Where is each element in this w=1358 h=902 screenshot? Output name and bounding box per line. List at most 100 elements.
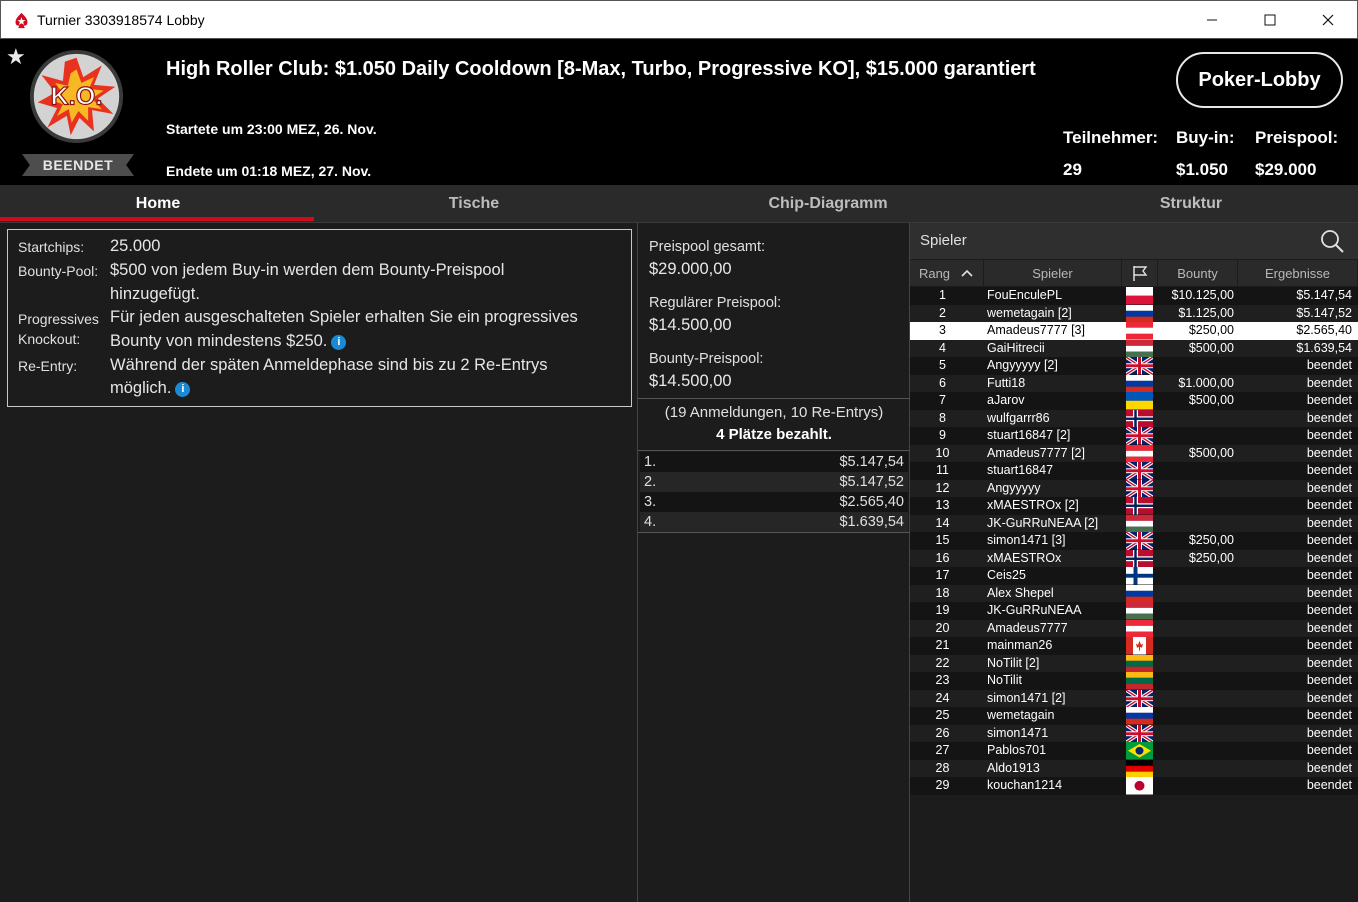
norway-flag-icon bbox=[1126, 409, 1153, 427]
bounty-prizepool-label: Bounty-Preispool: bbox=[649, 351, 764, 367]
player-row[interactable]: 17 Ceis25 beendet bbox=[910, 567, 1358, 585]
player-row[interactable]: 6 Futti18 $1.000,00 beendet bbox=[910, 374, 1358, 392]
player-result: beendet bbox=[1306, 463, 1352, 477]
player-bounty: $10.125,00 bbox=[1171, 288, 1234, 302]
player-result: beendet bbox=[1306, 708, 1352, 722]
finland-flag-icon bbox=[1126, 567, 1153, 585]
player-row[interactable]: 3 Amadeus7777 [3] $250,00 $2.565,40 bbox=[910, 322, 1358, 340]
column-header-bounty[interactable]: Bounty bbox=[1158, 260, 1238, 286]
player-rank: 22 bbox=[935, 655, 950, 670]
player-row[interactable]: 24 simon1471 [2] beendet bbox=[910, 689, 1358, 707]
player-row[interactable]: 23 NoTilit beendet bbox=[910, 672, 1358, 690]
column-header-player[interactable]: Spieler bbox=[984, 260, 1122, 286]
player-result: beendet bbox=[1306, 375, 1352, 390]
player-row[interactable]: 5 Angyyyyy [2] beendet bbox=[910, 357, 1358, 375]
regular-prizepool-label: Regulärer Preispool: bbox=[649, 295, 782, 311]
player-rank: 24 bbox=[935, 690, 950, 705]
player-rank: 8 bbox=[939, 410, 946, 425]
player-rank: 27 bbox=[935, 743, 950, 757]
payout-place: 1. bbox=[644, 454, 657, 470]
player-row[interactable]: 20 Amadeus7777 beendet bbox=[910, 619, 1358, 637]
canada-flag-icon bbox=[1126, 637, 1153, 655]
player-result: beendet bbox=[1306, 743, 1352, 757]
player-name: Pablos701 bbox=[987, 743, 1047, 757]
uk-flag-icon bbox=[1126, 532, 1153, 550]
player-result: beendet bbox=[1306, 655, 1352, 670]
player-row[interactable]: 19 JK-GuRRuNEAA beendet bbox=[910, 602, 1358, 620]
player-row[interactable]: 13 xMAESTROx [2] beendet bbox=[910, 497, 1358, 515]
player-row[interactable]: 2 wemetagain [2] $1.125,00 $5.147,52 bbox=[910, 304, 1358, 322]
player-name: Alex Shepel bbox=[987, 585, 1054, 600]
player-row[interactable]: 12 Angyyyyy beendet bbox=[910, 479, 1358, 497]
payout-place: 3. bbox=[644, 494, 657, 510]
player-row[interactable]: 16 xMAESTROx $250,00 beendet bbox=[910, 549, 1358, 567]
window-title-bar: Turnier 3303918574 Lobby bbox=[0, 0, 1358, 39]
maximize-button[interactable] bbox=[1241, 1, 1299, 39]
player-rank: 9 bbox=[939, 428, 946, 442]
player-row[interactable]: 4 GaiHitrecii $500,00 $1.639,54 bbox=[910, 339, 1358, 357]
info-icon[interactable]: i bbox=[331, 334, 347, 350]
participants-value: 29 bbox=[1063, 160, 1082, 179]
player-bounty: $250,00 bbox=[1188, 533, 1234, 547]
germany-flag-icon bbox=[1126, 759, 1153, 777]
player-row[interactable]: 1 FouEnculePL $10.125,00 $5.147,54 bbox=[910, 287, 1358, 305]
player-row[interactable]: 10 Amadeus7777 [2] $500,00 beendet bbox=[910, 444, 1358, 462]
player-rank: 23 bbox=[935, 673, 950, 687]
payout-place: 2. bbox=[644, 474, 657, 490]
window-title: Turnier 3303918574 Lobby bbox=[37, 12, 205, 28]
tournament-header: ★ K.O. BEENDET High Roller Club: $1.050 … bbox=[0, 39, 1358, 185]
payout-row: 4. $1.639,54 bbox=[640, 512, 908, 532]
player-result: beendet bbox=[1306, 358, 1352, 372]
favorite-star-icon[interactable]: ★ bbox=[6, 44, 26, 70]
players-header: Spieler bbox=[910, 223, 1358, 259]
player-result: beendet bbox=[1306, 515, 1352, 530]
player-rank: 12 bbox=[935, 480, 950, 495]
poker-lobby-button[interactable]: Poker-Lobby bbox=[1176, 52, 1343, 108]
player-row[interactable]: 29 kouchan1214 beendet bbox=[910, 777, 1358, 795]
player-row[interactable]: 15 simon1471 [3] $250,00 beendet bbox=[910, 532, 1358, 550]
player-row[interactable]: 22 NoTilit [2] beendet bbox=[910, 654, 1358, 672]
player-row[interactable]: 21 mainman26 beendet bbox=[910, 637, 1358, 655]
player-name: Amadeus7777 bbox=[987, 620, 1068, 635]
player-row[interactable]: 7 aJarov $500,00 beendet bbox=[910, 392, 1358, 410]
status-badge: BEENDET bbox=[22, 154, 134, 176]
player-row[interactable]: 14 JK-GuRRuNEAA [2] beendet bbox=[910, 514, 1358, 532]
payout-row: 3. $2.565,40 bbox=[640, 492, 908, 512]
player-row[interactable]: 26 simon1471 beendet bbox=[910, 724, 1358, 742]
minimize-button[interactable] bbox=[1183, 1, 1241, 39]
player-rank: 5 bbox=[939, 358, 946, 372]
player-row[interactable]: 18 Alex Shepel beendet bbox=[910, 584, 1358, 602]
participants-label: Teilnehmer: bbox=[1063, 128, 1159, 147]
uk-flag-icon bbox=[1126, 689, 1153, 707]
tab-chip-chart[interactable]: Chip-Diagramm bbox=[632, 185, 1024, 223]
column-header-result[interactable]: Ergebnisse bbox=[1238, 260, 1358, 286]
player-name: mainman26 bbox=[987, 638, 1053, 652]
player-row[interactable]: 25 wemetagain beendet bbox=[910, 707, 1358, 725]
player-result: beendet bbox=[1306, 445, 1352, 460]
player-row[interactable]: 27 Pablos701 beendet bbox=[910, 742, 1358, 760]
player-row[interactable]: 11 stuart16847 beendet bbox=[910, 462, 1358, 480]
player-row[interactable]: 9 stuart16847 [2] beendet bbox=[910, 427, 1358, 445]
payout-row: 2. $5.147,52 bbox=[640, 472, 908, 492]
search-icon[interactable] bbox=[1319, 228, 1345, 254]
player-rank: 28 bbox=[935, 760, 950, 775]
player-row[interactable]: 28 Aldo1913 beendet bbox=[910, 759, 1358, 777]
hungary-flag-icon bbox=[1126, 339, 1153, 357]
tab-tables[interactable]: Tische bbox=[316, 185, 632, 223]
player-row[interactable]: 8 wulfgarrr86 beendet bbox=[910, 409, 1358, 427]
info-icon[interactable]: i bbox=[175, 382, 191, 397]
column-header-rank[interactable]: Rang bbox=[910, 260, 984, 286]
tab-structure[interactable]: Struktur bbox=[1024, 185, 1358, 223]
entries-summary: (19 Anmeldungen, 10 Re-Entrys) bbox=[664, 404, 884, 421]
player-name: Aldo1913 bbox=[987, 760, 1040, 775]
player-result: beendet bbox=[1306, 428, 1352, 442]
bountypool-value-line2: hinzugefügt. bbox=[110, 284, 200, 303]
logo-text: K.O. bbox=[51, 82, 103, 110]
player-bounty: $1.000,00 bbox=[1178, 375, 1234, 390]
payout-row: 1. $5.147,54 bbox=[640, 452, 908, 472]
lithuania-flag-icon bbox=[1126, 672, 1153, 690]
close-button[interactable] bbox=[1299, 1, 1357, 39]
player-name: stuart16847 [2] bbox=[987, 428, 1071, 442]
player-name: stuart16847 bbox=[987, 463, 1054, 477]
column-header-flag[interactable] bbox=[1122, 260, 1158, 286]
